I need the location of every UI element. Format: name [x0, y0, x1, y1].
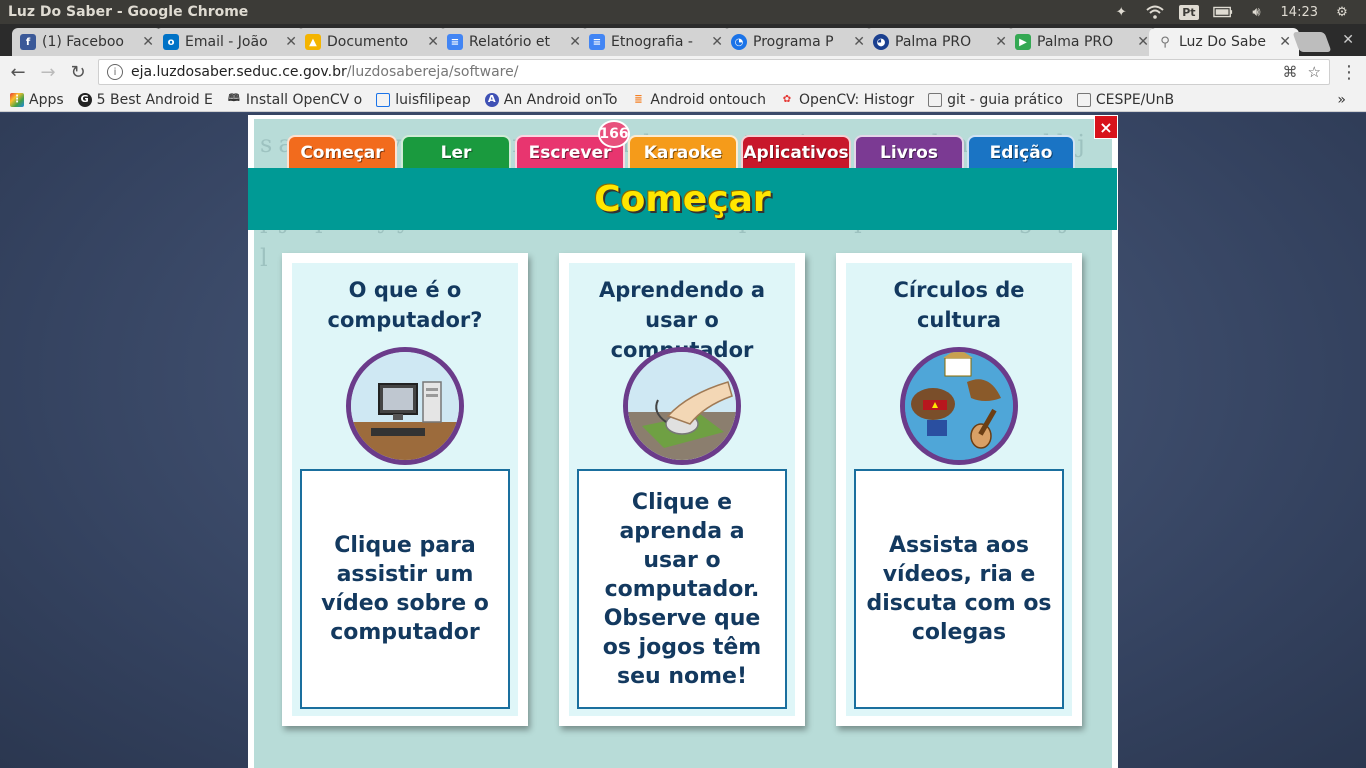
docs-icon: ≡: [447, 34, 463, 50]
close-app-button[interactable]: ×: [1094, 115, 1118, 139]
stackoverflow-icon: ≣: [634, 94, 643, 105]
browser-tab[interactable]: f (1) Faceboo ✕: [12, 28, 162, 56]
wifi-icon[interactable]: [1145, 4, 1165, 20]
card-culture-circles[interactable]: Círculos de cultura Assista aos vídeos, …: [836, 253, 1082, 726]
card-description-box[interactable]: Clique e aprenda a usar o computador. Ob…: [577, 469, 787, 709]
more-bookmarks-icon[interactable]: »: [1337, 92, 1366, 108]
reload-icon[interactable]: ↻: [68, 62, 88, 83]
battery-icon[interactable]: [1212, 4, 1233, 20]
browser-tab-strip: f (1) Faceboo ✕ o Email - João ✕ ▲ Documento ✕…: [0, 24, 1366, 56]
url-path: /luzdosabereja/software/: [346, 64, 519, 80]
close-tab-icon[interactable]: ✕: [142, 34, 154, 50]
browser-tab[interactable]: ▲ Documento ✕: [297, 28, 447, 56]
bookmark-item[interactable]: CESPE/UnB: [1076, 92, 1174, 108]
apps-grid-icon: ⋮: [10, 92, 24, 107]
outlook-icon: o: [163, 34, 179, 50]
settings-gear-icon[interactable]: ⚙: [1332, 4, 1352, 20]
circle-icon: ◕: [873, 34, 889, 50]
address-bar[interactable]: i eja.luzdosaber.seduc.ce.gov.br/luzdosa…: [98, 59, 1330, 85]
close-tab-icon[interactable]: ✕: [1137, 34, 1149, 50]
browser-tab[interactable]: o Email - João ✕: [155, 28, 305, 56]
close-tab-icon[interactable]: ✕: [569, 34, 581, 50]
tab-edicao[interactable]: Edição: [967, 135, 1075, 169]
bookmark-icon: 🕮︎: [227, 93, 240, 104]
docs-icon: ≡: [589, 34, 605, 50]
computer-illustration-icon[interactable]: [346, 347, 464, 465]
close-tab-icon[interactable]: ✕: [853, 34, 865, 50]
card-title: O que é o computador?: [327, 278, 483, 332]
search-icon: ⚲: [1160, 34, 1170, 50]
browser-tab[interactable]: ≡ Etnografia - ✕: [581, 28, 731, 56]
page-icon: [376, 92, 391, 107]
tab-aplicativos[interactable]: Aplicativos: [741, 135, 851, 169]
card-description: Clique e aprenda a usar o computador. Ob…: [602, 489, 762, 689]
browser-tab[interactable]: ▶ Palma PRO ✕: [1007, 28, 1157, 56]
browser-tab-active[interactable]: ⚲ Luz Do Sabe ✕: [1149, 28, 1299, 56]
system-tray: ✦ Pt 🔊︎ 14:23 ⚙: [1111, 4, 1366, 20]
dropbox-icon[interactable]: ✦: [1111, 4, 1131, 20]
tab-karaoke[interactable]: Karaoke: [628, 135, 738, 169]
bookmark-item[interactable]: git - guia prático: [928, 92, 1063, 108]
os-title-bar: Luz Do Saber - Google Chrome ✦ Pt 🔊︎ 14:…: [0, 0, 1366, 24]
mouse-hand-illustration-icon[interactable]: [623, 347, 741, 465]
close-tab-icon[interactable]: ✕: [427, 34, 439, 50]
card-description-box[interactable]: Clique para assistir um vídeo sobre o co…: [300, 469, 510, 709]
play-store-icon: ▶: [1015, 34, 1031, 50]
card-description: Assista aos vídeos, ria e discuta com os…: [866, 533, 1052, 645]
bookmark-item[interactable]: ✿ OpenCV: Histogr: [780, 92, 914, 108]
close-tab-icon[interactable]: ✕: [285, 34, 297, 50]
bookmark-item[interactable]: A An Android onTo: [484, 92, 617, 108]
section-banner: Começar: [248, 168, 1117, 230]
culture-illustration-icon[interactable]: [900, 347, 1018, 465]
bookmarks-bar: ⋮ Apps G5 Best Android E 🕮︎ Install OpenCV…: [0, 88, 1366, 112]
browser-tab[interactable]: ≡ Relatório et ✕: [439, 28, 589, 56]
circle-icon: ◔: [731, 34, 747, 50]
card-title: Círculos de cultura: [893, 278, 1025, 332]
drive-icon: ▲: [305, 34, 321, 50]
browser-tab[interactable]: ◔ Programa P ✕: [723, 28, 873, 56]
menu-dots-icon[interactable]: ⋮: [1340, 62, 1358, 83]
close-tab-icon[interactable]: ✕: [711, 34, 723, 50]
tab-livros[interactable]: Livros: [854, 135, 964, 169]
page-icon: [1076, 92, 1091, 107]
window-title: Luz Do Saber - Google Chrome: [8, 4, 249, 20]
notification-badge: 166: [598, 120, 630, 148]
bookmark-item[interactable]: ≣ Android ontouch: [631, 92, 766, 108]
url-host: eja.luzdosaber.seduc.ce.gov.br: [131, 64, 347, 80]
tab-comecar[interactable]: Começar: [287, 135, 397, 169]
close-tab-icon[interactable]: ✕: [995, 34, 1007, 50]
tab-ler[interactable]: Ler: [401, 135, 511, 169]
page-icon: [928, 92, 943, 107]
facebook-icon: f: [20, 34, 36, 50]
a-icon: A: [484, 92, 499, 107]
translate-icon[interactable]: ⌘: [1283, 63, 1298, 81]
back-arrow-icon[interactable]: ←: [8, 62, 28, 83]
browser-tab[interactable]: ◕ Palma PRO ✕: [865, 28, 1015, 56]
bookmark-item[interactable]: luisfilipeap: [376, 92, 471, 108]
toolbar: ← → ↻ i eja.luzdosaber.seduc.ce.gov.br/l…: [0, 56, 1366, 88]
bookmark-item[interactable]: 🕮︎ Install OpenCV o: [227, 92, 362, 108]
card-what-is-computer[interactable]: O que é o computador? Clique para assist…: [282, 253, 528, 726]
section-title: Começar: [594, 178, 771, 220]
bookmark-star-icon[interactable]: ☆: [1308, 63, 1321, 81]
bookmark-item[interactable]: G5 Best Android E: [77, 92, 213, 108]
card-learning-computer[interactable]: Aprendendo a usar o computador Clique e …: [559, 253, 805, 726]
opencv-icon: ✿: [782, 94, 792, 105]
g-icon: G: [77, 92, 92, 107]
card-description: Clique para assistir um vídeo sobre o co…: [321, 533, 489, 645]
clock[interactable]: 14:23: [1281, 5, 1318, 20]
keyboard-layout-indicator[interactable]: Pt: [1179, 4, 1199, 20]
volume-icon[interactable]: 🔊︎: [1247, 4, 1267, 20]
info-icon[interactable]: i: [107, 64, 123, 80]
forward-arrow-icon[interactable]: →: [38, 62, 58, 83]
window-close-icon[interactable]: ✕: [1342, 32, 1354, 48]
new-tab-button[interactable]: [1292, 32, 1332, 52]
card-description-box[interactable]: Assista aos vídeos, ria e discuta com os…: [854, 469, 1064, 709]
close-tab-icon[interactable]: ✕: [1279, 34, 1291, 50]
bookmark-apps[interactable]: ⋮ Apps: [10, 92, 64, 108]
